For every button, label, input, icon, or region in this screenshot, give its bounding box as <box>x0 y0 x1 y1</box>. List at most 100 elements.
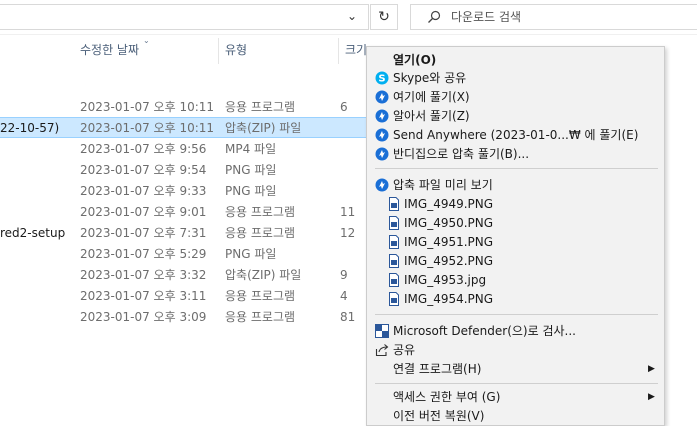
menu-item-restore-versions[interactable]: 이전 버전 복원(V) <box>367 406 664 426</box>
menu-item-archive-preview[interactable]: 압축 파일 미리 보기 <box>367 175 664 195</box>
context-menu: 열기(O) S Skype와 공유 여기에 풀기(X) 알아서 풀기(Z) Se… <box>366 46 665 426</box>
file-type: PNG 파일 <box>225 163 277 177</box>
column-header-date[interactable]: 수정한 날짜 <box>80 40 139 64</box>
file-type: 압축(ZIP) 파일 <box>225 268 302 282</box>
file-type: PNG 파일 <box>225 247 277 261</box>
search-input[interactable] <box>451 7 681 27</box>
menu-item-label: Skype와 공유 <box>393 71 467 85</box>
menu-item-defender-scan[interactable]: Microsoft Defender(으)로 검사... <box>367 321 664 341</box>
file-type: 압축(ZIP) 파일 <box>225 121 302 135</box>
menu-item-label: IMG_4953.jpg <box>404 273 487 287</box>
file-date: 2023-01-07 오후 10:11 <box>80 121 215 135</box>
menu-separator <box>375 168 658 169</box>
menu-item-label: Microsoft Defender(으)로 검사... <box>393 324 576 338</box>
file-type: 응용 프로그램 <box>225 289 296 303</box>
file-date: 2023-01-07 오후 9:56 <box>80 142 207 156</box>
share-icon <box>375 344 389 357</box>
sort-arrow-icon: ⌄ <box>143 36 150 45</box>
menu-item-give-access[interactable]: 액세스 권한 부여 (G) ▶ <box>367 387 664 407</box>
bandizip-icon <box>375 109 389 123</box>
menu-item-label: 압축 파일 미리 보기 <box>393 178 493 192</box>
file-name <box>0 161 72 179</box>
menu-item-file[interactable]: IMG_4951.PNG <box>367 232 664 252</box>
menu-item-extract-bandizip[interactable]: 반디집으로 압축 풀기(B)... <box>367 144 664 164</box>
file-type: 응용 프로그램 <box>225 100 296 114</box>
bandizip-icon <box>375 178 389 192</box>
file-name <box>0 287 72 305</box>
image-file-icon <box>389 197 399 211</box>
file-type: 응용 프로그램 <box>225 205 296 219</box>
menu-item-label: IMG_4950.PNG <box>404 216 494 230</box>
menu-separator <box>375 314 658 315</box>
file-date: 2023-01-07 오후 5:29 <box>80 247 207 261</box>
bandizip-icon <box>375 90 389 104</box>
svg-text:S: S <box>378 74 385 85</box>
menu-item-file[interactable]: IMG_4949.PNG <box>367 194 664 214</box>
column-separator[interactable] <box>338 38 339 64</box>
refresh-button[interactable]: ↻ <box>370 4 398 30</box>
file-date: 2023-01-07 오후 3:32 <box>80 268 207 282</box>
toolbar: ⌄ ↻ <box>0 0 697 34</box>
menu-item-label: 열기(O) <box>393 53 437 67</box>
file-type: 응용 프로그램 <box>225 226 296 240</box>
menu-item-label: 공유 <box>393 343 416 357</box>
shield-icon <box>375 324 389 338</box>
menu-item-label: Send Anywhere (2023-01-0...₩ 에 풀기(E) <box>393 128 639 142</box>
menu-item-label: IMG_4951.PNG <box>404 235 494 249</box>
image-file-icon <box>389 254 399 268</box>
menu-item-label: 연결 프로그램(H) <box>393 362 482 376</box>
file-type: 응용 프로그램 <box>225 310 296 324</box>
menu-item-file[interactable]: IMG_4953.jpg <box>367 270 664 290</box>
menu-item-label: 이전 버전 복원(V) <box>393 409 485 423</box>
image-file-icon <box>389 216 399 230</box>
search-box[interactable] <box>410 4 697 30</box>
bandizip-icon <box>375 128 389 142</box>
image-file-icon <box>389 273 399 287</box>
menu-item-label: 여기에 풀기(X) <box>393 90 470 104</box>
menu-item-file[interactable]: IMG_4954.PNG <box>367 289 664 309</box>
address-bar[interactable] <box>0 4 369 30</box>
image-file-icon <box>389 235 399 249</box>
menu-item-label: IMG_4954.PNG <box>404 292 494 306</box>
chevron-down-icon[interactable]: ⌄ <box>344 8 360 24</box>
image-file-icon <box>389 292 399 306</box>
skype-icon: S <box>375 71 389 85</box>
menu-item-file[interactable]: IMG_4950.PNG <box>367 213 664 233</box>
column-header-type[interactable]: 유형 <box>225 40 247 64</box>
file-date: 2023-01-07 오후 9:01 <box>80 205 207 219</box>
file-date: 2023-01-07 오후 3:09 <box>80 310 207 324</box>
file-type: MP4 파일 <box>225 142 277 156</box>
file-date: 2023-01-07 오후 10:11 <box>80 100 215 114</box>
menu-item-label: 액세스 권한 부여 (G) <box>393 390 501 404</box>
file-name <box>0 98 72 116</box>
menu-separator <box>375 383 658 384</box>
file-name <box>0 245 72 263</box>
menu-item-file[interactable]: IMG_4952.PNG <box>367 251 664 271</box>
menu-item-share[interactable]: 공유 <box>367 340 664 360</box>
submenu-arrow-icon: ▶ <box>648 392 655 402</box>
file-date: 2023-01-07 오후 9:33 <box>80 184 207 198</box>
file-name <box>0 182 72 200</box>
menu-item-extract-auto[interactable]: 알아서 풀기(Z) <box>367 106 664 126</box>
submenu-arrow-icon: ▶ <box>648 364 655 374</box>
file-date: 2023-01-07 오후 7:31 <box>80 226 207 240</box>
bandizip-icon <box>375 147 389 161</box>
file-name <box>0 203 72 221</box>
menu-item-open[interactable]: 열기(O) <box>367 50 664 70</box>
menu-item-label: IMG_4949.PNG <box>404 197 494 211</box>
toolbar-divider <box>0 34 697 35</box>
search-icon <box>428 10 441 23</box>
column-header-size[interactable]: 크기 <box>345 40 367 64</box>
file-name: red2-setup <box>0 226 66 240</box>
menu-item-extract-here[interactable]: 여기에 풀기(X) <box>367 87 664 107</box>
file-date: 2023-01-07 오후 9:54 <box>80 163 207 177</box>
menu-item-skype-share[interactable]: S Skype와 공유 <box>367 68 664 88</box>
file-type: PNG 파일 <box>225 184 277 198</box>
menu-item-open-with[interactable]: 연결 프로그램(H) ▶ <box>367 359 664 379</box>
menu-item-label: 반디집으로 압축 풀기(B)... <box>393 147 530 161</box>
menu-item-extract-send-anywhere[interactable]: Send Anywhere (2023-01-0...₩ 에 풀기(E) <box>367 125 664 145</box>
file-name <box>0 266 72 284</box>
column-separator[interactable] <box>218 38 219 64</box>
menu-item-label: IMG_4952.PNG <box>404 254 494 268</box>
file-name: 22-10-57) <box>0 121 60 135</box>
